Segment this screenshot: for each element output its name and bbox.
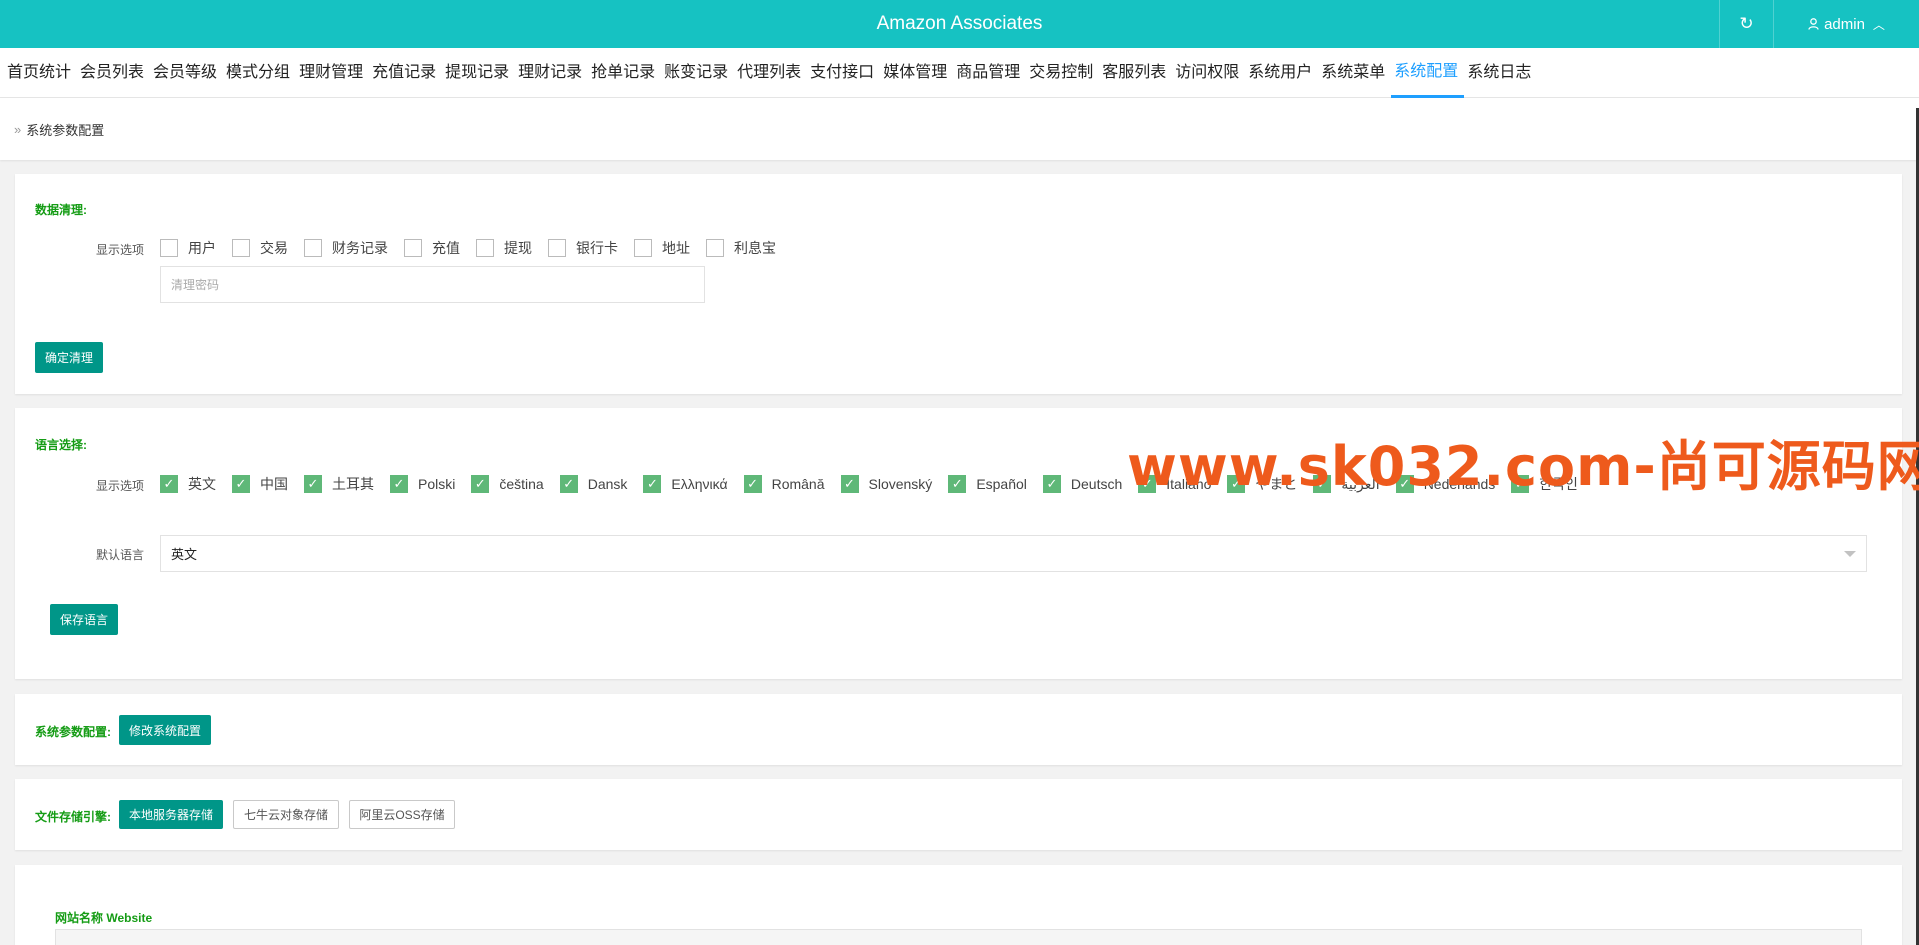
user-menu[interactable]: admin ︿: [1774, 0, 1919, 48]
nav-item-system-log[interactable]: 系统日志: [1464, 48, 1537, 98]
checkbox-checked[interactable]: ✓: [390, 475, 408, 493]
data-clear-card: 数据清理: 显示选项 用户 交易 财务记录 充值 提现 银行卡 地址 利息宝 清…: [15, 174, 1902, 394]
checkbox-checked[interactable]: ✓: [743, 475, 762, 493]
clear-option-finance[interactable]: 财务记录: [304, 238, 388, 258]
language-options-label: 显示选项: [96, 479, 145, 493]
system-params-title: 系统参数配置:: [35, 725, 111, 739]
default-language-label: 默认语言: [96, 548, 145, 562]
refresh-icon: ↻: [1739, 14, 1754, 33]
default-language-select[interactable]: 英文: [160, 535, 1867, 572]
checkbox[interactable]: [548, 239, 566, 257]
lang-option[interactable]: ✓ Ελληνικά: [643, 475, 728, 493]
nav-item-media[interactable]: 媒体管理: [880, 48, 953, 98]
nav-item-home-stats[interactable]: 首页统计: [4, 48, 77, 98]
lang-option[interactable]: ✓ Dansk: [559, 475, 627, 493]
save-language-button[interactable]: 保存语言: [50, 604, 118, 635]
app-title: Amazon Associates: [876, 13, 1043, 34]
edit-system-config-button[interactable]: 修改系统配置: [119, 715, 211, 745]
nav-item-trade-control[interactable]: 交易控制: [1026, 48, 1099, 98]
lang-option[interactable]: ✓ Slovenský: [840, 475, 932, 493]
data-clear-title: 数据清理:: [35, 203, 87, 217]
nav-item-system-config[interactable]: 系统配置: [1391, 48, 1465, 98]
checkbox[interactable]: [304, 239, 322, 257]
nav-item-payment[interactable]: 支付接口: [807, 48, 880, 98]
main-nav: 首页统计 会员列表 会员等级 模式分组 理财管理 充值记录 提现记录 理财记录 …: [0, 48, 1919, 98]
system-params-card: 系统参数配置: 修改系统配置: [15, 694, 1902, 765]
user-icon: [1808, 18, 1819, 30]
checkbox-checked[interactable]: ✓: [643, 475, 662, 493]
checkbox-checked[interactable]: ✓: [840, 475, 859, 493]
user-name: admin: [1824, 15, 1865, 33]
nav-item-member-levels[interactable]: 会员等级: [150, 48, 223, 98]
data-clear-options: 用户 交易 财务记录 充值 提现 银行卡 地址 利息宝: [160, 238, 792, 258]
clear-option-withdraw[interactable]: 提现: [476, 238, 532, 258]
nav-item-finance-records[interactable]: 理财记录: [515, 48, 588, 98]
clear-option-trade[interactable]: 交易: [232, 238, 288, 258]
checkbox-checked[interactable]: ✓: [304, 475, 322, 493]
checkbox-checked[interactable]: ✓: [948, 475, 967, 493]
checkbox[interactable]: [232, 239, 250, 257]
storage-aliyun-button[interactable]: 阿里云OSS存储: [349, 800, 455, 829]
nav-item-products[interactable]: 商品管理: [953, 48, 1026, 98]
lang-option[interactable]: ✓ Polski: [390, 475, 455, 493]
storage-qiniu-button[interactable]: 七牛云对象存储: [233, 800, 339, 829]
checkbox-checked[interactable]: ✓: [160, 475, 178, 493]
breadcrumb: » 系统参数配置: [0, 98, 1919, 160]
nav-item-mode-groups[interactable]: 模式分组: [223, 48, 296, 98]
storage-title: 文件存储引擎:: [35, 810, 111, 824]
checkbox[interactable]: [404, 239, 422, 257]
nav-item-orders[interactable]: 抢单记录: [588, 48, 661, 98]
nav-item-account-changes[interactable]: 账变记录: [661, 48, 734, 98]
checkbox-checked[interactable]: ✓: [559, 475, 578, 493]
watermark: www.sk032.com-尚可源码网: [1127, 435, 1919, 498]
checkbox-checked[interactable]: ✓: [232, 475, 250, 493]
checkbox-checked[interactable]: ✓: [1042, 475, 1061, 493]
lang-option[interactable]: ✓ Română: [743, 475, 825, 493]
default-language-value: 英文: [171, 547, 198, 562]
lang-option[interactable]: ✓ 中国: [232, 474, 288, 494]
data-clear-options-label: 显示选项: [96, 243, 145, 257]
website-card: 网站名称 Website: [15, 865, 1902, 945]
language-title: 语言选择:: [35, 438, 87, 452]
lang-option[interactable]: ✓ Español: [948, 475, 1027, 493]
nav-item-system-users[interactable]: 系统用户: [1245, 48, 1318, 98]
lang-option[interactable]: ✓ 土耳其: [304, 474, 374, 494]
checkbox[interactable]: [634, 239, 652, 257]
website-name-label: 网站名称 Website: [55, 911, 153, 925]
confirm-clear-button[interactable]: 确定清理: [35, 342, 103, 373]
chevron-up-icon: ︿: [1872, 17, 1885, 32]
clear-option-address[interactable]: 地址: [634, 238, 690, 258]
breadcrumb-current: 系统参数配置: [26, 122, 105, 138]
clear-option-interest[interactable]: 利息宝: [706, 238, 776, 258]
clear-option-recharge[interactable]: 充值: [404, 238, 460, 258]
nav-item-access[interactable]: 访问权限: [1172, 48, 1245, 98]
clear-option-bankcard[interactable]: 银行卡: [548, 238, 618, 258]
storage-card: 文件存储引擎: 本地服务器存储 七牛云对象存储 阿里云OSS存储: [15, 779, 1902, 850]
clear-option-user[interactable]: 用户: [160, 238, 216, 258]
nav-item-finance[interactable]: 理财管理: [296, 48, 369, 98]
storage-local-button[interactable]: 本地服务器存储: [119, 800, 223, 829]
checkbox[interactable]: [160, 239, 178, 257]
website-name-input[interactable]: [55, 929, 1862, 945]
checkbox[interactable]: [706, 239, 724, 257]
nav-item-agents[interactable]: 代理列表: [734, 48, 807, 98]
nav-item-recharge[interactable]: 充值记录: [369, 48, 442, 98]
nav-item-support[interactable]: 客服列表: [1099, 48, 1172, 98]
nav-item-system-menu[interactable]: 系统菜单: [1318, 48, 1391, 98]
nav-item-members[interactable]: 会员列表: [77, 48, 150, 98]
nav-item-withdraw[interactable]: 提现记录: [442, 48, 515, 98]
clear-password-input[interactable]: 清理密码: [160, 266, 705, 303]
chevron-down-icon: [1844, 551, 1856, 557]
refresh-button[interactable]: ↻: [1719, 0, 1774, 48]
lang-option[interactable]: ✓ Deutsch: [1042, 475, 1122, 493]
checkbox[interactable]: [476, 239, 494, 257]
lang-option[interactable]: ✓ čeština: [471, 475, 544, 493]
breadcrumb-separator-icon: »: [14, 121, 22, 137]
top-header: Amazon Associates ↻ admin ︿: [0, 0, 1919, 48]
checkbox-checked[interactable]: ✓: [471, 475, 490, 493]
lang-option[interactable]: ✓ 英文: [160, 474, 216, 494]
